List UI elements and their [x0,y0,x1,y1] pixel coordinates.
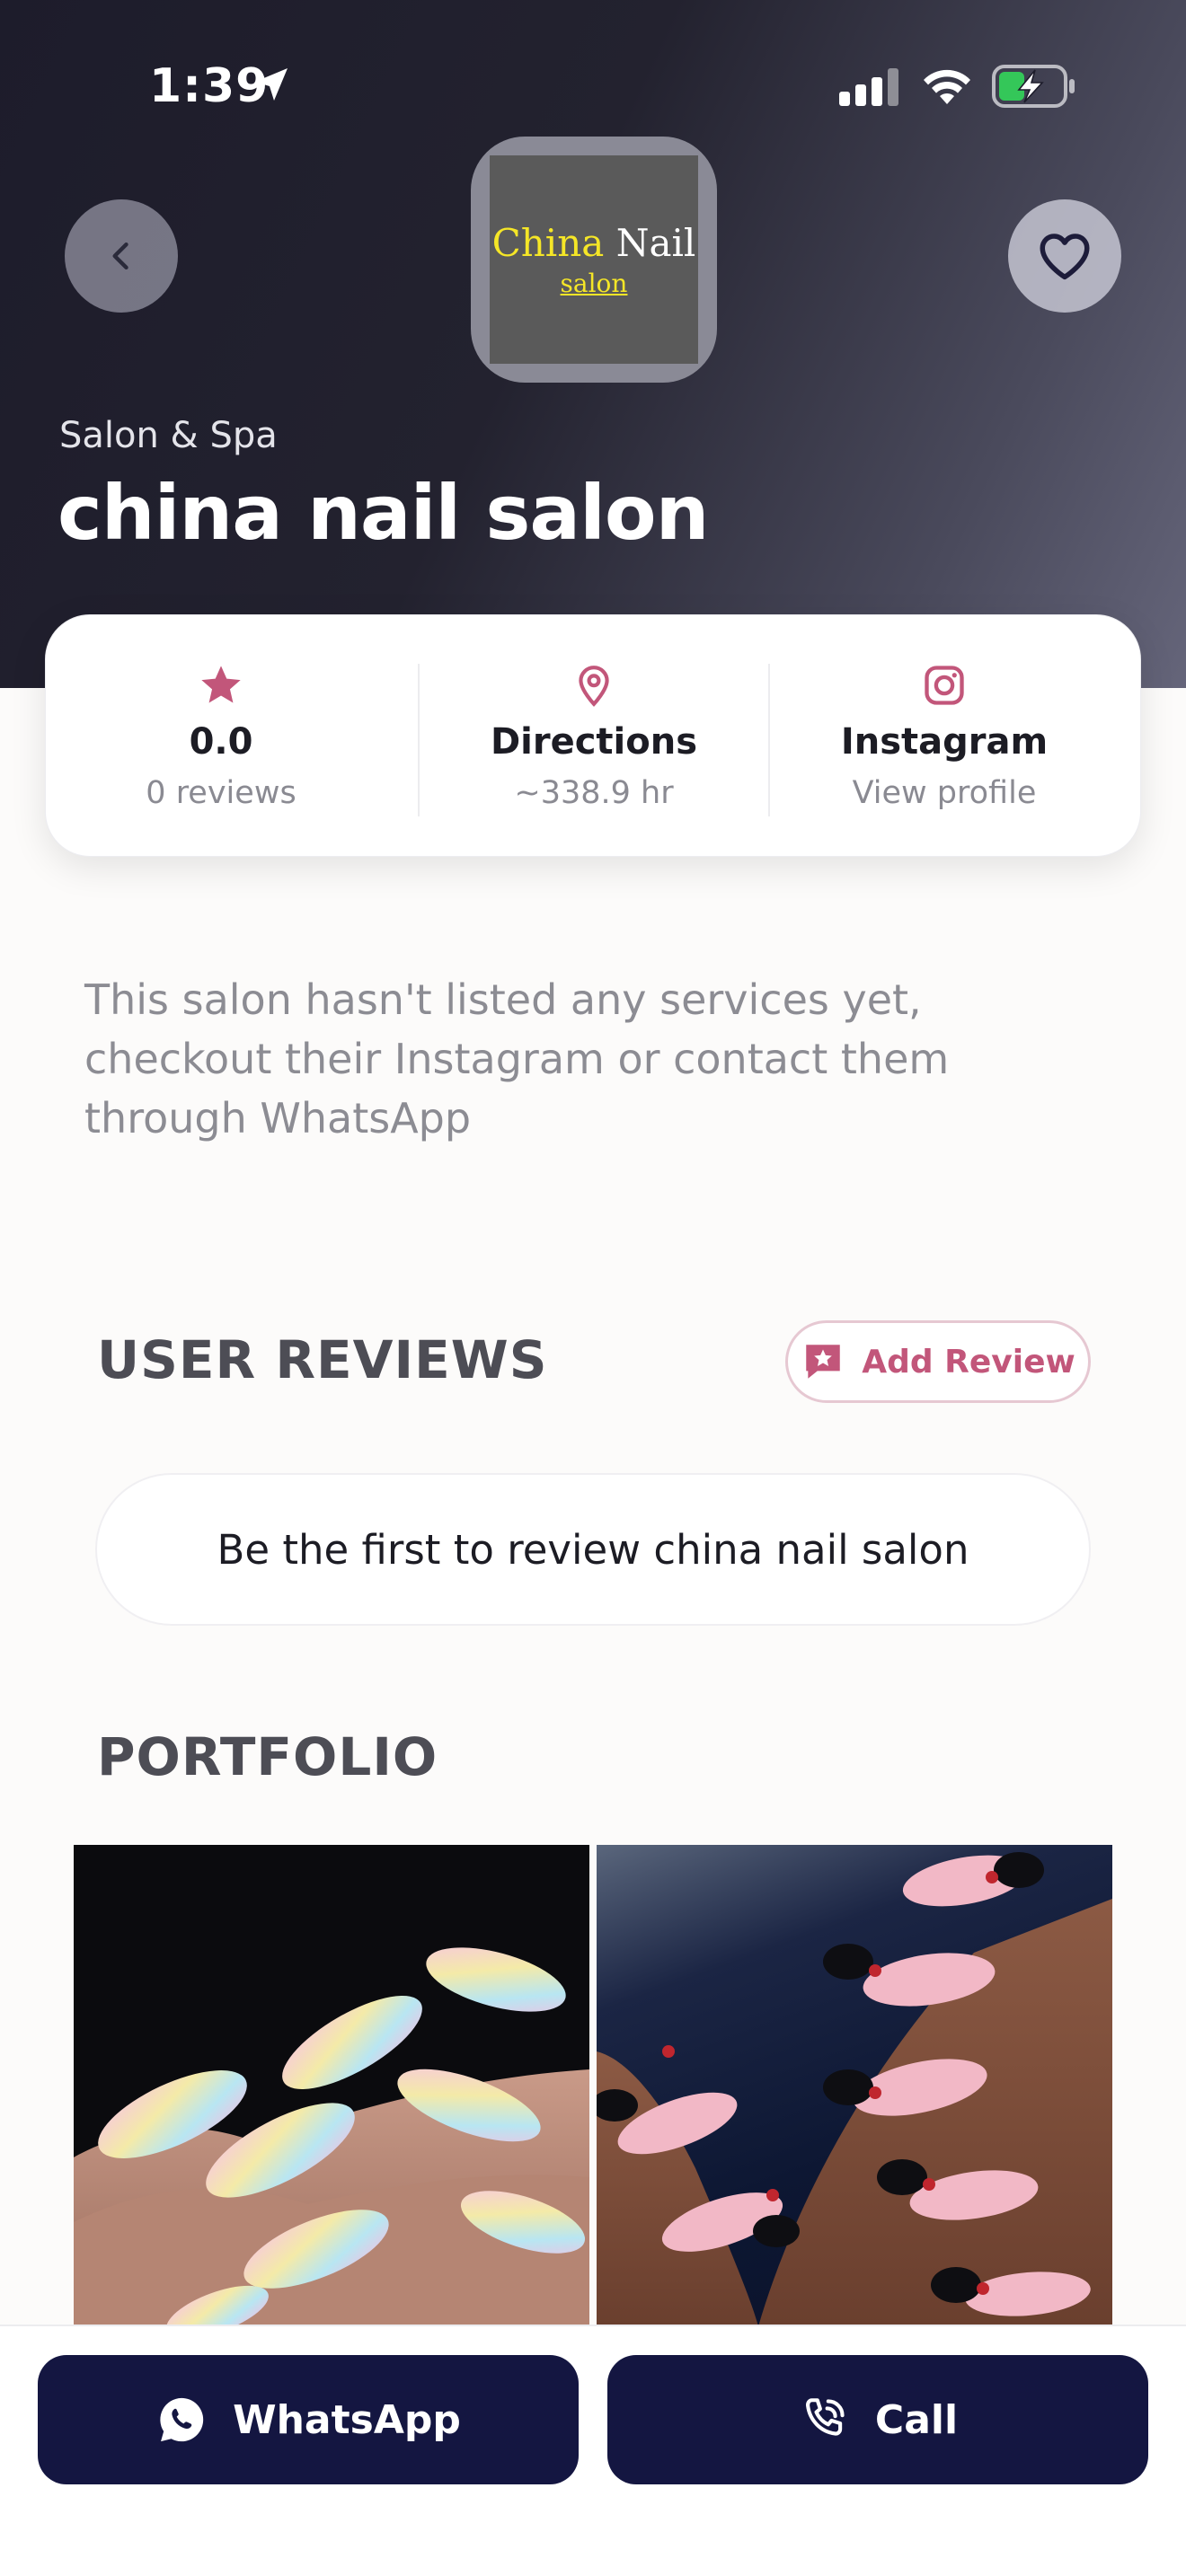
bottom-action-bar: WhatsApp Call [0,2325,1186,2576]
portfolio-heading: PORTFOLIO [97,1726,438,1787]
view-profile-label: View profile [852,775,1037,811]
star-icon [196,660,246,710]
portfolio-photo[interactable] [74,1845,589,2326]
location-pin-icon [569,660,619,710]
whatsapp-button[interactable]: WhatsApp [38,2355,579,2484]
battery-charging-icon [992,65,1075,108]
directions-label: Directions [490,721,698,763]
instagram-icon [919,660,969,710]
header: 1:39 China Nail salon Salon & Spa china … [0,0,1186,688]
salon-name: china nail salon [58,469,709,557]
french-tip-nails-image [597,1852,1112,2326]
status-bar: 1:39 [0,0,1186,135]
user-reviews-heading: USER REVIEWS [97,1329,548,1390]
pastel-nails-image [74,1845,589,2326]
portfolio-photo[interactable] [597,1845,1112,2326]
cellular-signal-icon [839,68,898,106]
empty-reviews-card: Be the first to review china nail salon [95,1473,1091,1626]
no-services-message: This salon hasn't listed any services ye… [84,975,950,1142]
empty-reviews-text: Be the first to review china nail salon [217,1525,969,1574]
salon-logo-image: China Nail salon [490,155,698,364]
rating-value: 0.0 [189,721,253,763]
salon-logo: China Nail salon [471,137,717,383]
rating-summary[interactable]: 0.0 0 reviews [46,615,396,858]
instagram-button[interactable]: Instagram View profile [769,615,1120,858]
logo-text: China Nail [492,221,696,265]
logo-word-china: China [491,221,605,265]
salon-category: Salon & Spa [59,415,278,456]
travel-time: ~338.9 hr [514,775,674,811]
review-star-icon [806,1345,840,1379]
call-label: Call [874,2396,959,2443]
chevron-left-icon [112,242,128,270]
call-button[interactable]: Call [607,2355,1148,2484]
add-review-button[interactable]: Add Review [785,1320,1091,1403]
info-card: 0.0 0 reviews Directions ~338.9 hr Insta… [45,614,1141,857]
phone-call-icon [805,2398,845,2436]
whatsapp-icon [160,2397,204,2442]
back-button[interactable] [65,199,178,313]
favorite-button[interactable] [1008,199,1121,313]
whatsapp-label: WhatsApp [233,2396,461,2443]
logo-subtext: salon [560,269,628,298]
wifi-icon [924,69,970,104]
logo-word-nail: Nail [615,221,696,265]
instagram-label: Instagram [840,721,1049,763]
heart-icon [1040,234,1090,280]
add-review-label: Add Review [862,1343,1075,1381]
location-arrow-icon [255,68,288,101]
review-count: 0 reviews [146,775,296,811]
directions-button[interactable]: Directions ~338.9 hr [419,615,769,858]
